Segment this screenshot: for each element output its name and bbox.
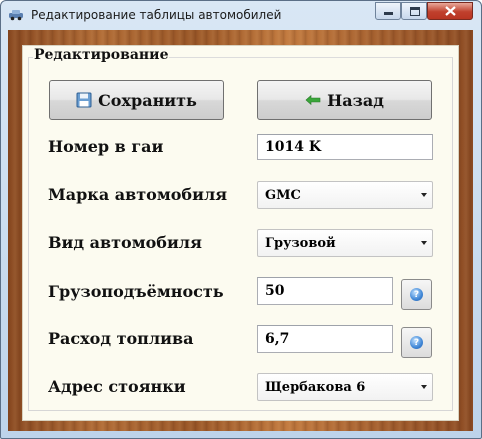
car-icon <box>9 10 23 21</box>
plate-value: 1014 K <box>265 139 322 155</box>
title-bar[interactable]: Редактирование таблицы автомобилей <box>1 1 481 31</box>
parking-label: Адрес стоянки <box>48 377 186 396</box>
brand-label: Марка автомобиля <box>48 185 228 204</box>
save-button-label: Сохранить <box>98 90 197 110</box>
plate-label: Номер в гаи <box>48 137 164 156</box>
back-button-label: Назад <box>327 90 384 110</box>
maximize-button[interactable] <box>401 2 427 20</box>
arrow-left-icon <box>305 94 321 106</box>
type-value: Грузовой <box>265 235 336 251</box>
close-button[interactable] <box>427 2 473 20</box>
group-title: Редактирование <box>33 47 170 63</box>
capacity-label: Грузоподъёмность <box>48 282 224 301</box>
chevron-down-icon <box>421 193 427 197</box>
fuel-help-button[interactable]: ? <box>401 327 432 358</box>
fuel-value: 6,7 <box>265 331 290 347</box>
capacity-help-button[interactable]: ? <box>401 279 432 310</box>
help-icon: ? <box>410 288 423 301</box>
close-icon <box>445 6 456 16</box>
capacity-input[interactable]: 50 <box>257 277 393 305</box>
parking-value: Щербакова 6 <box>265 379 366 395</box>
window-title: Редактирование таблицы автомобилей <box>31 8 282 22</box>
back-button[interactable]: Назад <box>257 80 432 120</box>
type-label: Вид автомобиля <box>48 233 202 252</box>
brand-select[interactable]: GMC <box>257 181 433 209</box>
type-select[interactable]: Грузовой <box>257 229 433 257</box>
save-button[interactable]: Сохранить <box>49 80 224 120</box>
capacity-value: 50 <box>265 283 285 299</box>
floppy-disk-icon <box>76 92 92 108</box>
chevron-down-icon <box>421 241 427 245</box>
chevron-down-icon <box>421 385 427 389</box>
maximize-icon <box>410 7 420 16</box>
plate-input[interactable]: 1014 K <box>257 134 433 160</box>
fuel-input[interactable]: 6,7 <box>257 325 393 353</box>
fuel-label: Расход топлива <box>48 329 194 348</box>
minimize-button[interactable] <box>375 2 401 20</box>
minimize-icon <box>384 12 393 15</box>
parking-select[interactable]: Щербакова 6 <box>257 373 433 401</box>
help-icon: ? <box>410 336 423 349</box>
brand-value: GMC <box>265 187 301 203</box>
